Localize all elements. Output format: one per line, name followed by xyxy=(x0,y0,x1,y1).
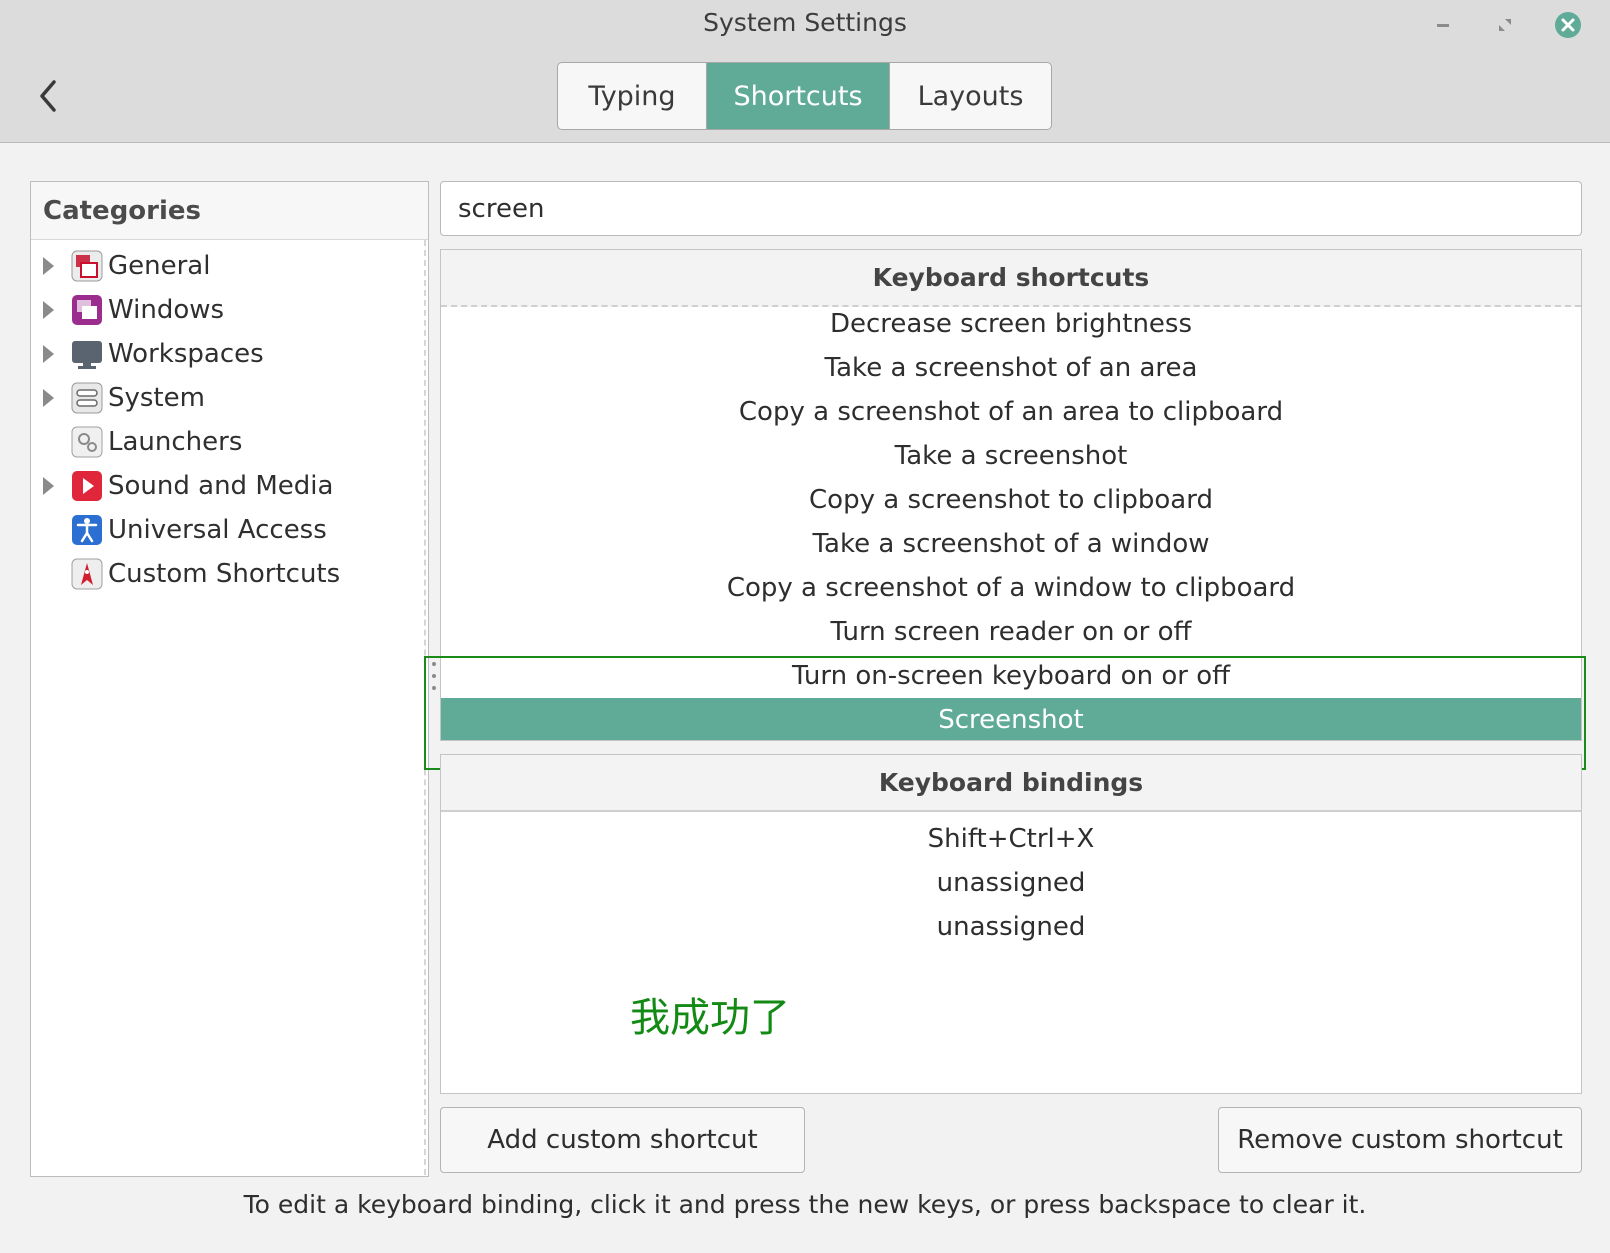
pane-divider xyxy=(424,240,426,1175)
help-text: To edit a keyboard binding, click it and… xyxy=(243,1190,1367,1219)
pane-resize-handle[interactable] xyxy=(432,662,438,706)
shortcut-row[interactable]: Take a screenshot xyxy=(441,434,1581,478)
custom-shortcuts-icon xyxy=(71,558,103,590)
shortcut-row[interactable]: Copy a screenshot to clipboard xyxy=(441,478,1581,522)
minimize-button[interactable] xyxy=(1428,10,1458,40)
expand-arrow-icon[interactable] xyxy=(43,345,54,363)
shortcut-row[interactable]: Turn on-screen keyboard on or off xyxy=(441,654,1581,698)
expand-arrow-icon[interactable] xyxy=(43,257,54,275)
expand-arrow-icon[interactable] xyxy=(43,301,54,319)
close-button[interactable] xyxy=(1553,10,1583,40)
shortcut-row[interactable]: Decrease screen brightness xyxy=(441,302,1581,346)
category-general[interactable]: General xyxy=(31,244,411,288)
shortcut-row[interactable]: Copy a screenshot of an area to clipboar… xyxy=(441,390,1581,434)
shortcut-row[interactable]: Turn screen reader on or off xyxy=(441,610,1581,654)
category-label: Windows xyxy=(108,295,225,325)
tab-bar: Typing Shortcuts Layouts xyxy=(557,62,1052,130)
category-label: Sound and Media xyxy=(108,471,334,501)
category-universal-access[interactable]: Universal Access xyxy=(31,508,411,552)
expand-arrow-icon[interactable] xyxy=(43,477,54,495)
workspaces-icon xyxy=(72,341,102,369)
categories-header: Categories xyxy=(31,182,428,240)
category-label: Universal Access xyxy=(108,515,327,545)
binding-row[interactable]: unassigned xyxy=(441,905,1581,949)
system-icon xyxy=(71,382,103,414)
binding-row[interactable]: unassigned xyxy=(441,861,1581,905)
expand-arrow-icon[interactable] xyxy=(43,389,54,407)
category-system[interactable]: System xyxy=(31,376,411,420)
add-custom-shortcut-button[interactable]: Add custom shortcut xyxy=(440,1107,805,1173)
minimize-icon xyxy=(1437,23,1449,27)
maximize-button[interactable] xyxy=(1490,10,1520,40)
launchers-icon xyxy=(71,426,103,458)
shortcut-row-selected[interactable]: Screenshot xyxy=(441,698,1581,740)
tab-typing[interactable]: Typing xyxy=(558,63,706,129)
binding-row[interactable]: Shift+Ctrl+X xyxy=(441,817,1581,861)
shortcut-row[interactable]: Copy a screenshot of a window to clipboa… xyxy=(441,566,1581,610)
categories-panel: Categories General Windows Workspaces Sy… xyxy=(30,181,429,1177)
back-button[interactable] xyxy=(30,72,66,120)
category-custom-shortcuts[interactable]: Custom Shortcuts xyxy=(31,552,411,596)
tab-layouts[interactable]: Layouts xyxy=(889,63,1051,129)
category-label: General xyxy=(108,251,211,281)
close-icon xyxy=(1555,12,1581,38)
remove-custom-shortcut-button[interactable]: Remove custom shortcut xyxy=(1218,1107,1582,1173)
chevron-left-icon xyxy=(40,80,56,112)
general-icon xyxy=(71,250,103,282)
sound-media-icon xyxy=(72,471,102,501)
keyboard-bindings-list: Keyboard bindings Shift+Ctrl+X unassigne… xyxy=(440,754,1582,1094)
search-input[interactable] xyxy=(440,181,1582,236)
tab-shortcuts[interactable]: Shortcuts xyxy=(706,63,889,129)
restore-icon xyxy=(1499,19,1511,31)
category-label: Workspaces xyxy=(108,339,264,369)
title-bar: System Settings Typing Shortcuts Layouts xyxy=(0,0,1610,143)
windows-icon xyxy=(72,295,102,325)
shortcut-row[interactable]: Take a screenshot of an area xyxy=(441,346,1581,390)
keyboard-shortcuts-header: Keyboard shortcuts xyxy=(441,250,1581,307)
keyboard-bindings-header: Keyboard bindings xyxy=(441,755,1581,812)
category-label: Custom Shortcuts xyxy=(108,559,341,589)
category-label: Launchers xyxy=(108,427,243,457)
keyboard-shortcuts-list: Keyboard shortcuts Decrease screen brigh… xyxy=(440,249,1582,741)
category-launchers[interactable]: Launchers xyxy=(31,420,411,464)
category-windows[interactable]: Windows xyxy=(31,288,411,332)
window-title: System Settings xyxy=(703,8,907,37)
category-workspaces[interactable]: Workspaces xyxy=(31,332,411,376)
category-label: System xyxy=(108,383,205,413)
shortcut-row[interactable]: Take a screenshot of a window xyxy=(441,522,1581,566)
universal-access-icon xyxy=(72,515,102,545)
category-sound-and-media[interactable]: Sound and Media xyxy=(31,464,411,508)
success-annotation-text: 我成功了 xyxy=(630,995,790,1041)
